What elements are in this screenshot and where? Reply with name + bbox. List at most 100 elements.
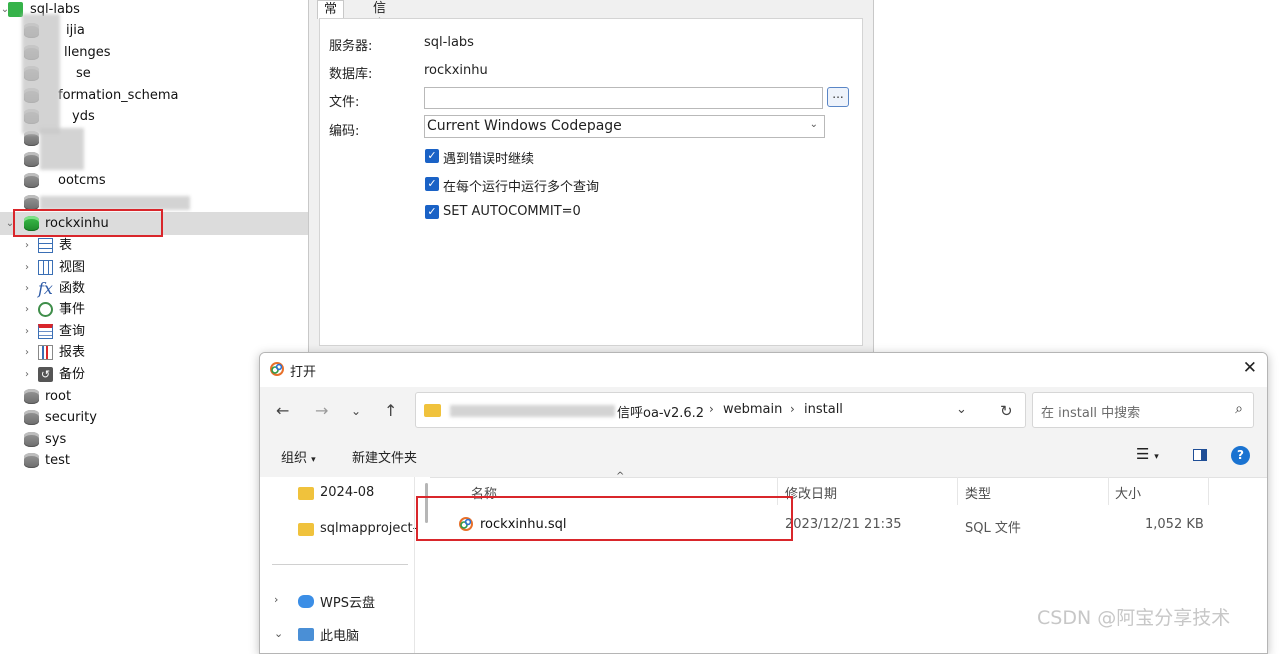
run-sql-dialog: 常规 信息日志 服务器: sql-labs 数据库: rockxinhu 文件:… — [308, 0, 874, 352]
tab-general[interactable]: 常规 — [317, 0, 345, 34]
general-panel: 服务器: sql-labs 数据库: rockxinhu 文件: ... 编码:… — [319, 18, 863, 346]
database-icon — [24, 453, 39, 468]
browse-button[interactable]: ... — [827, 87, 849, 107]
database-icon — [24, 195, 39, 210]
backup-icon: ↺ — [38, 367, 53, 382]
nav-item-2024-08[interactable]: 2024-08 — [320, 485, 374, 500]
database-icon — [24, 389, 39, 404]
help-icon[interactable]: ? — [1231, 446, 1250, 465]
nav-item-sqlmap[interactable]: sqlmapproject- — [320, 521, 417, 536]
database-icon — [24, 432, 39, 447]
privacy-blur — [22, 14, 60, 134]
app-logo-icon — [269, 361, 285, 377]
tree-db-label: ootcms — [58, 173, 106, 188]
navigation-pane: 2024-08 sqlmapproject- › WPS云盘 ⌄ 此电脑 — [260, 477, 430, 653]
new-folder-button[interactable]: 新建文件夹 — [352, 447, 417, 466]
dialog-titlebar: 打开 ✕ — [260, 353, 1267, 387]
tree-child-label: 事件 — [59, 302, 86, 317]
column-divider[interactable] — [1208, 477, 1209, 505]
recent-locations-icon[interactable]: ⌄ — [351, 404, 361, 418]
privacy-blur — [450, 405, 615, 417]
nav-item-wps-cloud[interactable]: WPS云盘 — [320, 592, 375, 611]
chevron-down-icon: ⌄ — [809, 119, 818, 130]
preview-pane-icon[interactable] — [1193, 449, 1207, 461]
file-type: SQL 文件 — [965, 521, 1021, 536]
encoding-select[interactable]: Current Windows Codepage ⌄ — [424, 115, 825, 138]
path-segment[interactable]: webmain — [723, 402, 782, 417]
chevron-right-icon[interactable]: › — [274, 593, 278, 606]
tree-child-label: 视图 — [59, 260, 86, 275]
server-label: 服务器: — [329, 39, 373, 54]
column-divider[interactable] — [1108, 477, 1109, 505]
database-value: rockxinhu — [424, 63, 488, 78]
tree-child-label: 报表 — [59, 345, 86, 360]
function-icon: fx — [38, 279, 53, 298]
close-icon[interactable]: ✕ — [1243, 358, 1257, 378]
tree-db-label: root — [45, 389, 72, 404]
folder-icon — [424, 404, 441, 417]
tree-db-label: test — [45, 453, 70, 468]
column-type[interactable]: 类型 — [965, 483, 991, 511]
pane-splitter[interactable] — [414, 477, 415, 653]
highlight-box-database — [13, 209, 163, 237]
checkbox-label: 在每个运行中运行多个查询 — [443, 180, 600, 195]
refresh-icon[interactable]: ↻ — [1000, 402, 1013, 420]
search-box[interactable]: 在 install 中搜索 ⌕ — [1032, 392, 1254, 428]
file-size: 1,052 KB — [1145, 517, 1204, 532]
tree-child-label: 表 — [59, 238, 73, 253]
cloud-icon — [298, 595, 314, 608]
view-options-icon[interactable]: ☰ ▾ — [1136, 445, 1159, 463]
navigation-bar: ← → ⌄ ↑ 信呼oa-v2.6.2 › webmain › install … — [260, 387, 1267, 435]
search-placeholder: 在 install 中搜索 — [1041, 406, 1141, 421]
column-size[interactable]: 大小 — [1115, 483, 1141, 511]
tree-db-label: ijia — [66, 23, 85, 38]
connection-icon — [8, 2, 23, 17]
checkbox-label: 遇到错误时继续 — [443, 152, 535, 167]
view-icon — [38, 260, 53, 275]
chevron-down-icon[interactable]: ⌄ — [274, 627, 283, 640]
organize-button[interactable]: 组织 ▾ — [281, 447, 316, 466]
path-segment[interactable]: 信呼oa-v2.6.2 — [617, 402, 704, 421]
tree-child-label: 函数 — [59, 281, 86, 296]
privacy-blur — [40, 196, 190, 210]
tree-db-label: security — [45, 410, 97, 425]
database-icon — [24, 173, 39, 188]
folder-icon — [298, 523, 314, 536]
checkmark-icon: ✓ — [425, 177, 439, 191]
highlight-box-file — [416, 496, 793, 541]
file-label: 文件: — [329, 95, 360, 110]
sort-ascending-icon: ^ — [616, 471, 625, 482]
encoding-value: Current Windows Codepage — [427, 118, 622, 134]
nav-item-this-pc[interactable]: 此电脑 — [320, 625, 359, 644]
search-icon: ⌕ — [1235, 401, 1243, 417]
tree-db-label: llenges — [64, 45, 111, 60]
tree-db-label: se — [76, 66, 91, 81]
clock-icon — [38, 302, 53, 317]
tab-log[interactable]: 信息日志 — [367, 0, 392, 67]
encoding-label: 编码: — [329, 124, 360, 139]
tree-db-label: formation_schema — [58, 88, 179, 103]
up-arrow-icon[interactable]: ↑ — [384, 401, 397, 420]
chevron-down-icon[interactable]: ⌄ — [956, 402, 967, 417]
path-segment[interactable]: install — [804, 402, 843, 417]
tree-db-label: yds — [72, 109, 95, 124]
forward-arrow-icon[interactable]: → — [315, 401, 328, 420]
file-path-input[interactable] — [424, 87, 823, 109]
report-icon — [38, 345, 53, 360]
database-icon — [24, 152, 39, 167]
nav-divider — [272, 564, 408, 565]
column-divider[interactable] — [957, 477, 958, 505]
organize-label: 组织 — [281, 451, 308, 466]
tree-child-label: 备份 — [59, 367, 86, 382]
tree-db-label: sys — [45, 432, 67, 447]
chevron-right-icon: › — [709, 402, 714, 416]
checkbox-label: SET AUTOCOMMIT=0 — [443, 204, 581, 219]
command-bar: 组织 ▾ 新建文件夹 ☰ ▾ ? — [260, 435, 1267, 478]
back-arrow-icon[interactable]: ← — [276, 401, 289, 420]
file-date: 2023/12/21 21:35 — [785, 517, 902, 532]
address-bar[interactable]: 信呼oa-v2.6.2 › webmain › install ⌄ ↻ — [415, 392, 1026, 428]
tree-child-label: 查询 — [59, 324, 86, 339]
watermark: CSDN @阿宝分享技术 — [1037, 607, 1231, 629]
query-icon — [38, 324, 53, 339]
privacy-blur — [40, 128, 84, 170]
